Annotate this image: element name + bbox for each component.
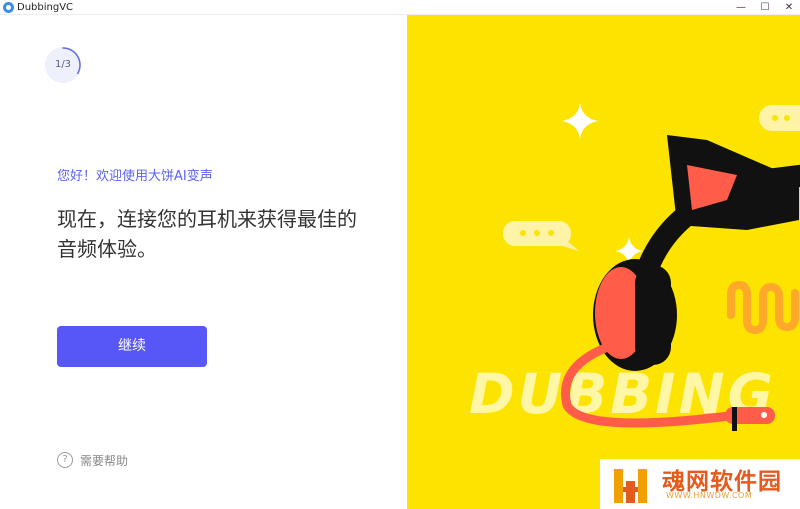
step-indicator: 1/3 <box>45 47 81 83</box>
page-headline: 现在，连接您的耳机来获得最佳的音频体验。 <box>57 207 357 261</box>
title-bar: DubbingVC — ☐ ✕ <box>0 0 800 15</box>
welcome-greeting: 您好！欢迎使用大饼AI变声 <box>57 169 213 184</box>
continue-button[interactable]: 继续 <box>57 326 207 367</box>
speech-bubble-icon <box>503 221 579 251</box>
speech-bubble-icon <box>759 105 800 131</box>
app-logo-icon <box>3 2 14 13</box>
sparkle-icon <box>562 103 598 139</box>
help-link[interactable]: ? 需要帮助 <box>57 451 128 469</box>
watermark-logo-icon <box>614 469 647 503</box>
help-label: 需要帮助 <box>80 453 129 468</box>
window-title: DubbingVC <box>17 2 74 13</box>
watermark-url: WWW.HNWDW.COM <box>666 491 753 500</box>
watermark: 魂网软件园 WWW.HNWDW.COM <box>600 459 800 509</box>
illustration-panel: DUBBING <box>407 15 800 509</box>
headphones-illustration: DUBBING <box>469 103 800 431</box>
minimize-button[interactable]: — <box>728 0 754 15</box>
onboarding-panel: 1/3 您好！欢迎使用大饼AI变声 现在，连接您的耳机来获得最佳的音频体验。 继… <box>0 15 407 509</box>
question-circle-icon: ? <box>57 452 73 468</box>
step-counter: 1/3 <box>54 59 72 70</box>
sound-wave-icon <box>727 280 799 335</box>
close-button[interactable]: ✕ <box>776 0 800 15</box>
maximize-button[interactable]: ☐ <box>752 0 778 15</box>
